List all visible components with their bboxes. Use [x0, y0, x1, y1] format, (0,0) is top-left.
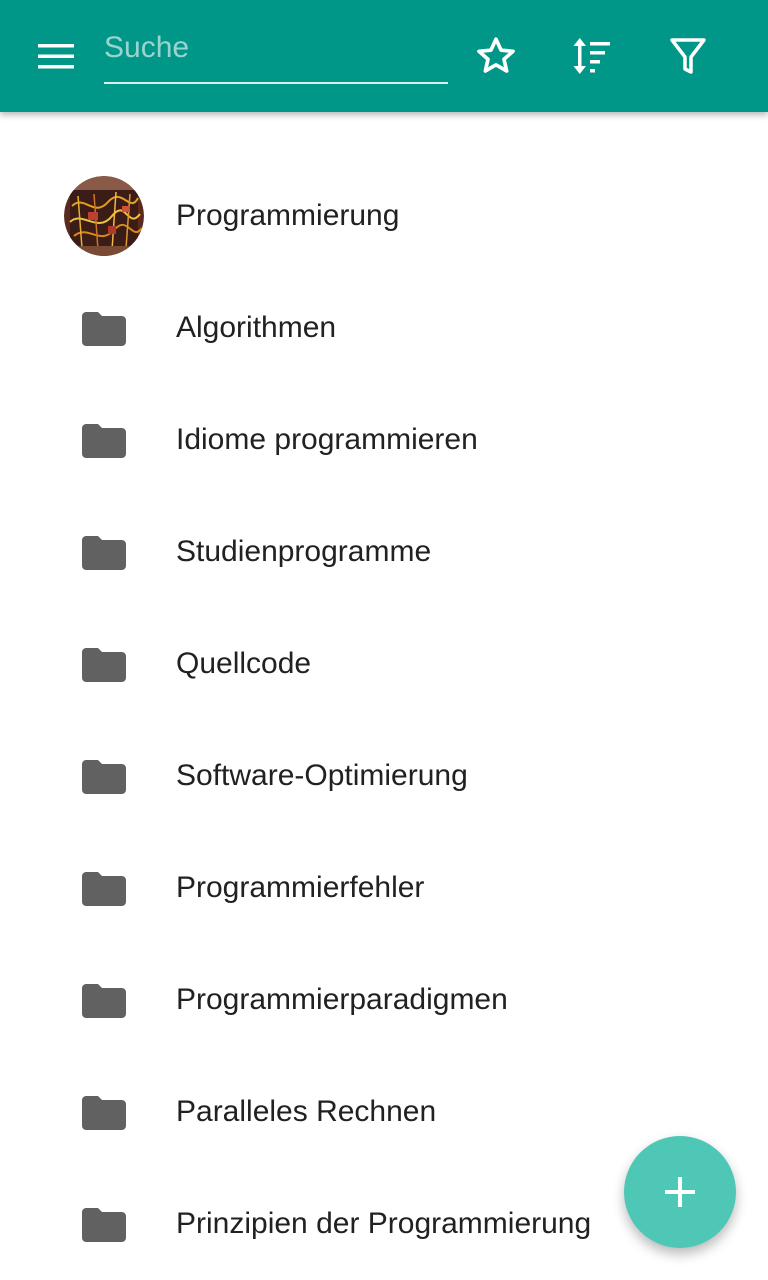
category-image-avatar	[64, 176, 144, 256]
folder-icon	[82, 424, 126, 458]
folder-icon	[82, 536, 126, 570]
folder-icon	[82, 1208, 126, 1242]
list-item-label: Programmierparadigmen	[176, 983, 508, 1016]
folder-icon-box	[64, 624, 144, 704]
folder-icon-box	[64, 512, 144, 592]
list-item-label: Quellcode	[176, 647, 312, 680]
add-button[interactable]	[624, 1136, 736, 1248]
list-item-label: Idiome programmieren	[176, 423, 478, 456]
folder-icon-box	[64, 960, 144, 1040]
folder-icon-box	[64, 1072, 144, 1152]
folder-icon	[82, 648, 126, 682]
folder-icon-box	[64, 1184, 144, 1264]
filter-icon	[670, 38, 706, 74]
category-avatar	[64, 176, 144, 256]
list-item-label: Studienprogramme	[176, 535, 432, 568]
folder-icon	[82, 312, 126, 346]
list-item[interactable]: Idiome programmieren	[0, 384, 768, 496]
folder-icon-box	[64, 400, 144, 480]
folder-icon	[82, 1096, 126, 1130]
star-outline-icon	[477, 37, 515, 73]
folder-icon	[82, 872, 126, 906]
list-item-label: Prinzipien der Programmierung	[176, 1207, 592, 1240]
search-field	[104, 22, 448, 84]
list-item[interactable]: Programmierparadigmen	[0, 944, 768, 1056]
list-item[interactable]: Programmierung	[0, 160, 768, 272]
favorites-button[interactable]	[464, 24, 528, 88]
filter-button[interactable]	[656, 24, 720, 88]
list-item[interactable]: Programmierfehler	[0, 832, 768, 944]
folder-icon-box	[64, 288, 144, 368]
list-item-label: Paralleles Rechnen	[176, 1095, 437, 1128]
list-item-label: Algorithmen	[176, 311, 337, 344]
plus-icon	[665, 1177, 695, 1207]
list-item[interactable]: Quellcode	[0, 608, 768, 720]
menu-icon	[38, 44, 74, 69]
menu-button[interactable]	[24, 24, 88, 88]
list-item-label: Programmierfehler	[176, 871, 425, 904]
list-item[interactable]: Algorithmen	[0, 272, 768, 384]
list-item-label: Programmierung	[176, 199, 400, 232]
folder-icon-box	[64, 848, 144, 928]
folder-icon	[82, 984, 126, 1018]
list-item-label: Software-Optimierung	[176, 759, 468, 792]
list-item[interactable]: Software-Optimierung	[0, 720, 768, 832]
folder-icon	[82, 760, 126, 794]
sort-icon	[573, 38, 610, 74]
app-toolbar	[0, 0, 768, 112]
folder-icon-box	[64, 736, 144, 816]
category-list: Programmierung Algorithmen Idiome progra…	[0, 160, 768, 1280]
search-input[interactable]	[104, 28, 444, 68]
list-item[interactable]: Studienprogramme	[0, 496, 768, 608]
sort-button[interactable]	[560, 24, 624, 88]
